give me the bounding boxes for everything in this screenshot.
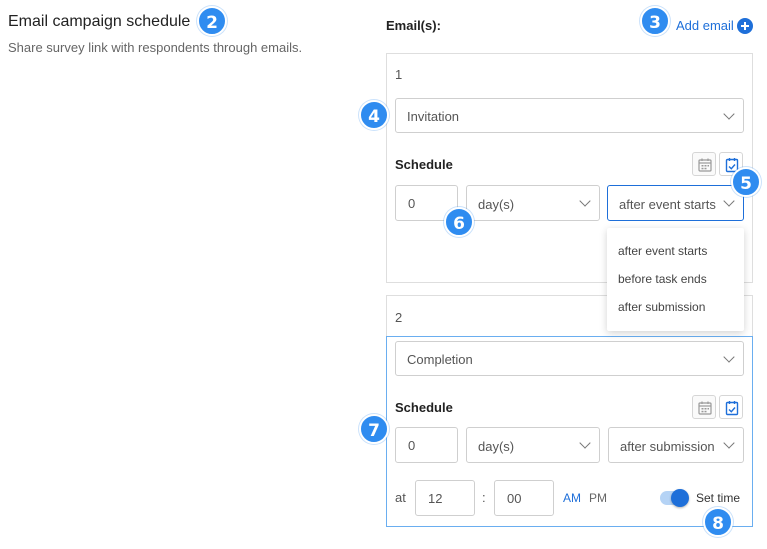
am-option[interactable]: AM (563, 491, 581, 505)
set-time-toggle[interactable] (660, 489, 689, 507)
offset-value: 0 (408, 196, 416, 211)
calendar-check-icon (725, 401, 739, 416)
email-template-select[interactable]: Completion (395, 341, 744, 376)
trigger-dropdown-menu: after event starts before task ends afte… (607, 228, 744, 331)
offset-value: 0 (408, 438, 416, 453)
plus-circle-icon[interactable] (737, 18, 753, 34)
calendar-button[interactable] (692, 395, 716, 419)
offset-input[interactable]: 0 (395, 427, 458, 463)
step-badge-5: 5 (731, 167, 761, 197)
select-value: day(s) (478, 439, 515, 454)
at-label: at (395, 490, 406, 505)
select-value: Invitation (407, 109, 460, 124)
chevron-down-icon (579, 437, 591, 449)
email-template-select[interactable]: Invitation (395, 98, 744, 133)
schedule-label: Schedule (395, 157, 453, 172)
chevron-down-icon (723, 350, 735, 363)
select-value: day(s) (478, 197, 515, 212)
calendar-button[interactable] (692, 152, 716, 176)
step-badge-6: 6 (444, 207, 474, 237)
select-value: after event starts (619, 197, 716, 212)
chevron-down-icon (723, 107, 735, 120)
minute-value: 00 (507, 491, 522, 506)
chevron-down-icon (723, 195, 735, 207)
minute-input[interactable]: 00 (494, 480, 554, 516)
calendar-icon (698, 158, 712, 172)
page-subtitle: Share survey link with respondents throu… (8, 40, 303, 55)
calendar-check-button[interactable] (719, 395, 743, 419)
chevron-down-icon (579, 195, 591, 207)
schedule-label: Schedule (395, 400, 453, 415)
chevron-down-icon (723, 437, 735, 449)
step-badge-3: 3 (640, 6, 670, 36)
hour-value: 12 (428, 491, 443, 506)
unit-select[interactable]: day(s) (466, 185, 600, 221)
email-card-number: 2 (395, 310, 403, 325)
select-value: after submission (620, 439, 715, 454)
step-badge-2: 2 (197, 6, 227, 36)
step-badge-4: 4 (359, 100, 389, 130)
time-separator: : (482, 490, 486, 505)
unit-select[interactable]: day(s) (466, 427, 600, 463)
step-badge-7: 7 (359, 414, 389, 444)
trigger-select[interactable]: after submission (608, 427, 744, 463)
emails-label: Email(s): (386, 18, 441, 33)
dropdown-option-after-event-starts[interactable]: after event starts (618, 244, 707, 258)
step-badge-8: 8 (703, 507, 733, 537)
hour-input[interactable]: 12 (415, 480, 475, 516)
pm-option[interactable]: PM (589, 491, 607, 505)
page-title: Email campaign schedule (8, 13, 191, 30)
toggle-knob (671, 489, 689, 507)
dropdown-option-after-submission[interactable]: after submission (618, 300, 705, 314)
add-email-link[interactable]: Add email (676, 18, 734, 33)
calendar-icon (698, 401, 712, 415)
email-card-number: 1 (395, 67, 403, 82)
dropdown-option-before-task-ends[interactable]: before task ends (618, 272, 707, 286)
trigger-select[interactable]: after event starts (607, 185, 744, 221)
set-time-label: Set time (696, 491, 741, 505)
select-value: Completion (407, 352, 473, 367)
